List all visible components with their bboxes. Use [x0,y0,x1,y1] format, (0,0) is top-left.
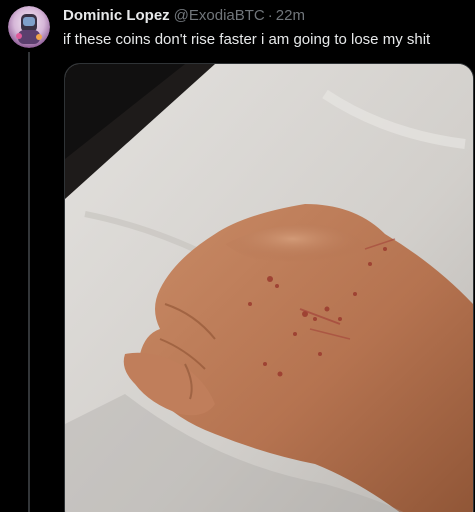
tweet[interactable]: Dominic Lopez @ExodiaBTC · 22m if these … [0,0,475,512]
tweet-text: if these coins don't rise faster i am go… [63,31,431,48]
tweet-header: Dominic Lopez @ExodiaBTC · 22m [63,6,305,26]
avatar-image [8,6,50,48]
tweet-media-image[interactable] [64,63,474,512]
thread-line [28,52,30,512]
hand-photo [65,64,473,512]
separator-dot: · [267,7,273,24]
timestamp-link[interactable]: 22m [276,6,305,26]
user-handle[interactable]: @ExodiaBTC [174,6,265,26]
avatar[interactable] [8,6,50,48]
display-name[interactable]: Dominic Lopez [63,6,170,26]
